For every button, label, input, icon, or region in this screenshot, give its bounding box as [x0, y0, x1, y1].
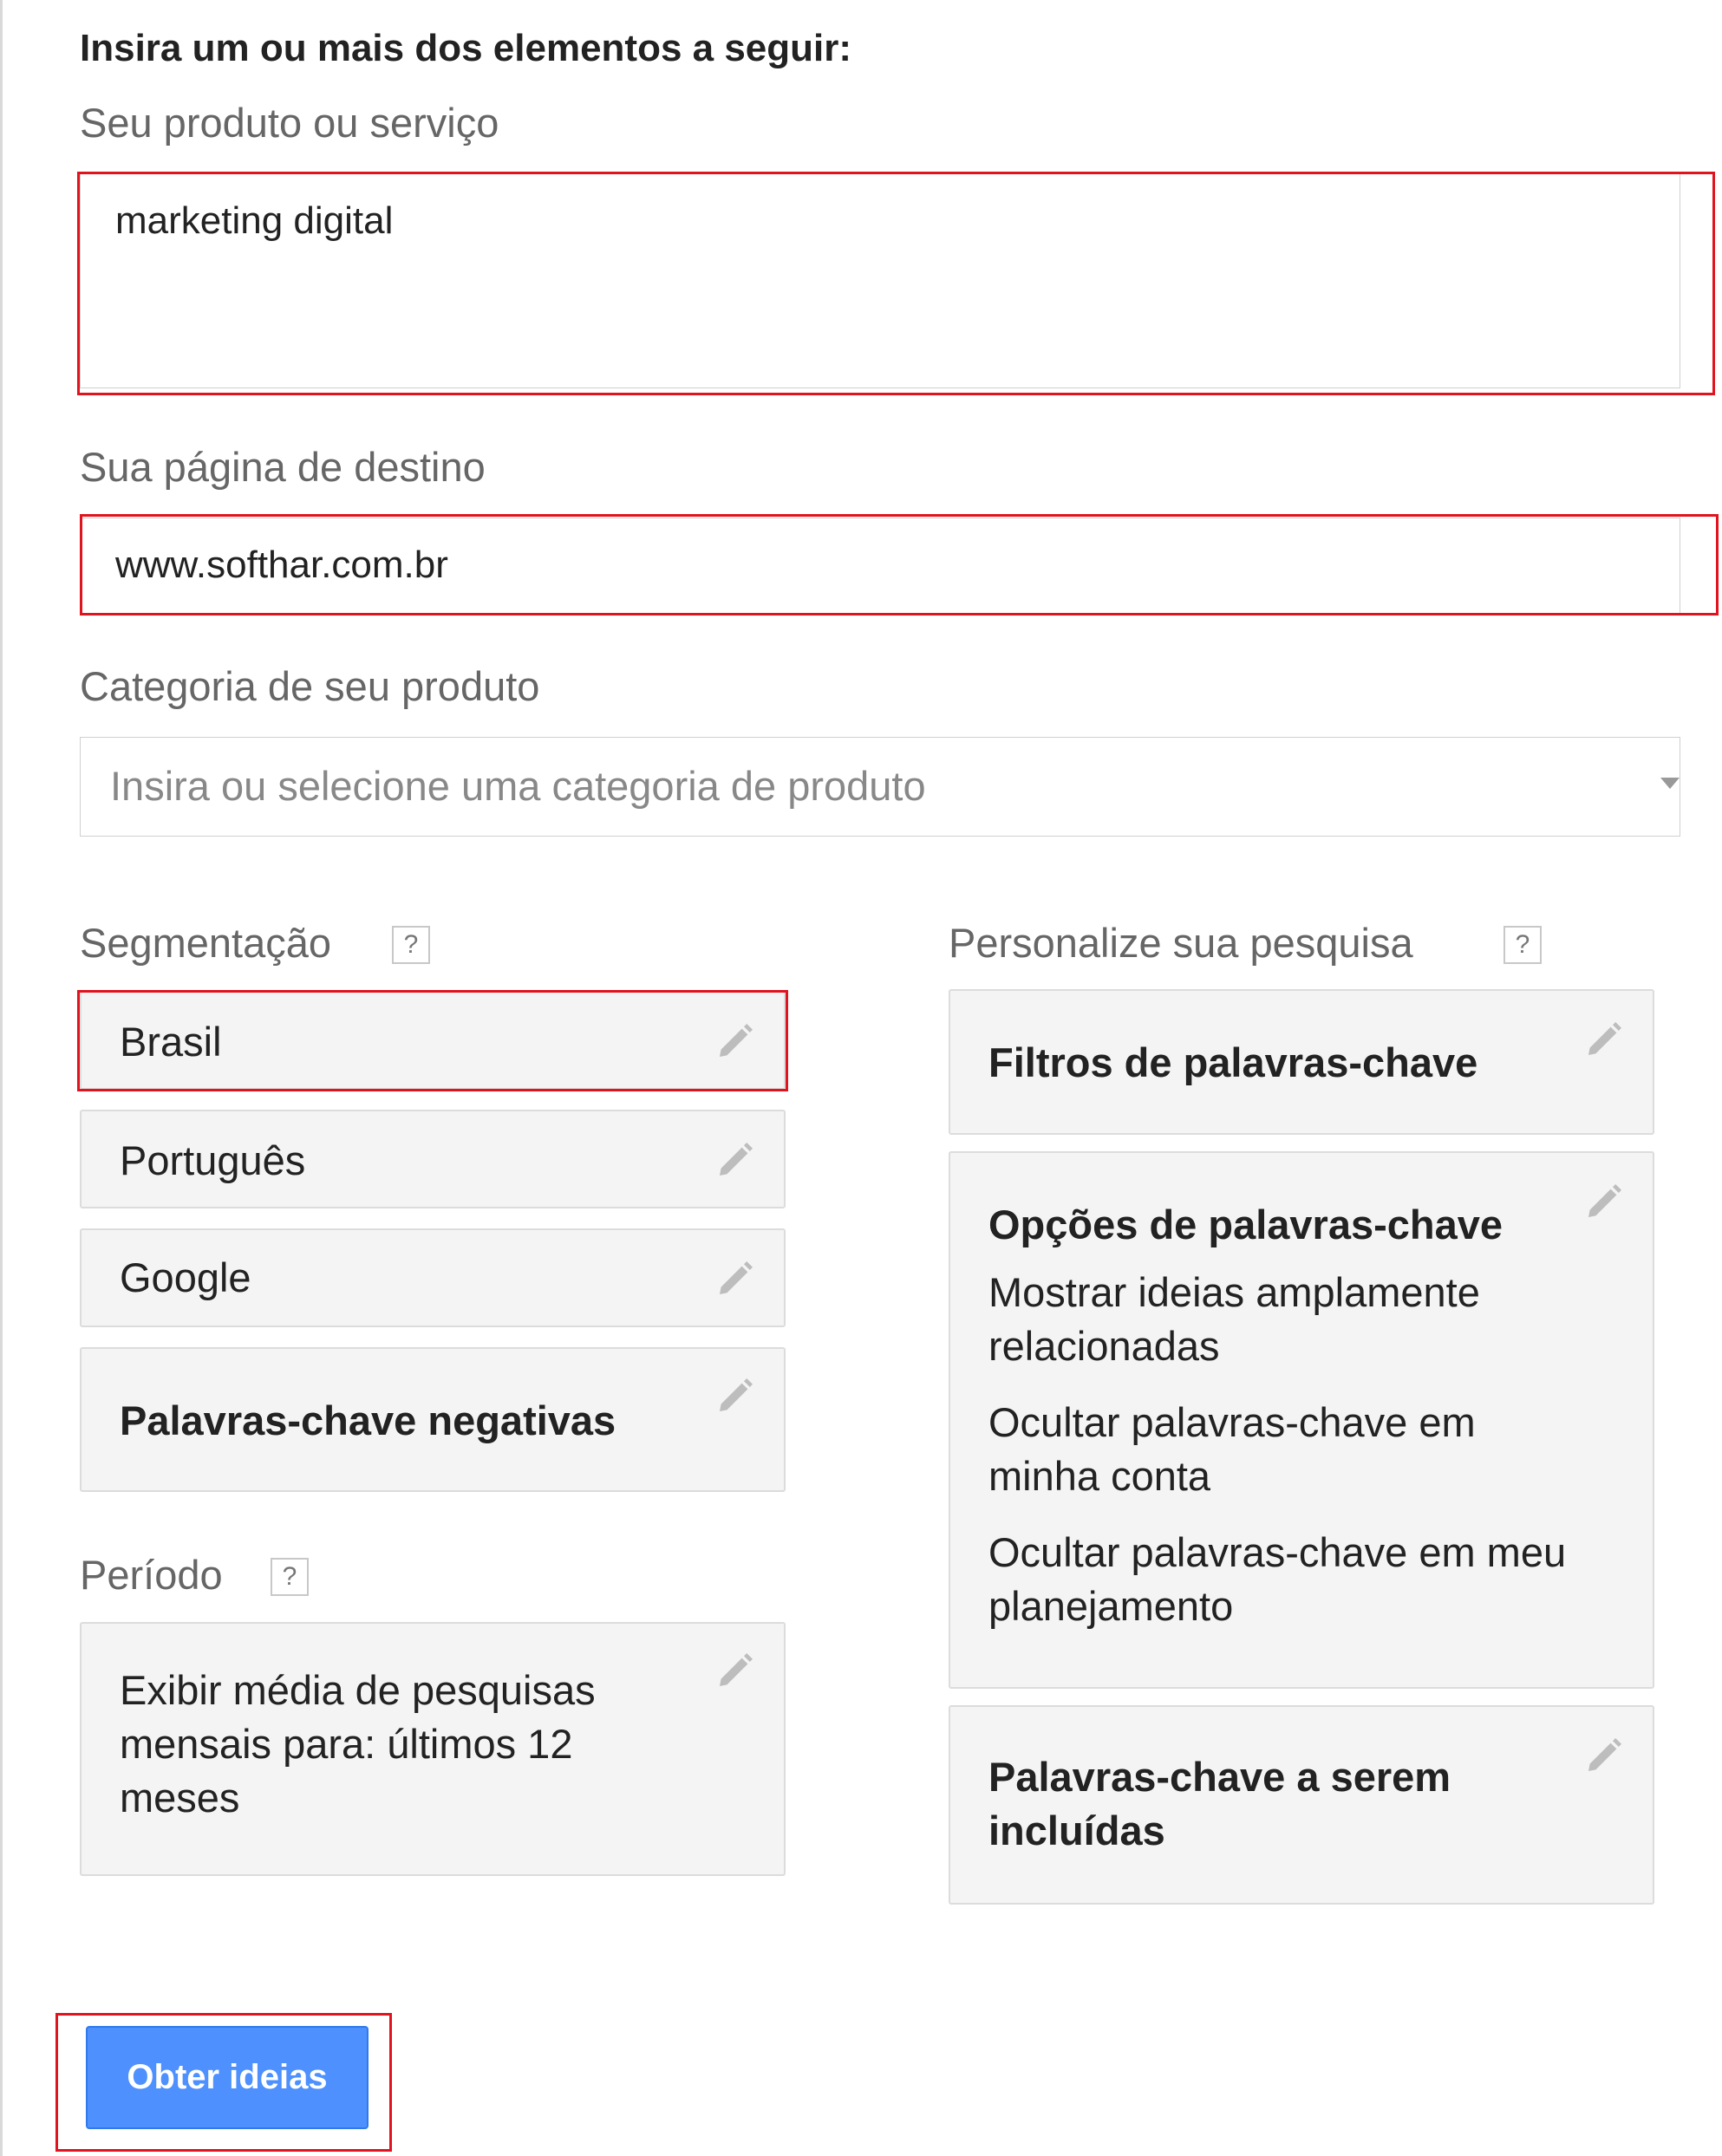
keyword-option-line-2: relacionadas: [988, 1323, 1220, 1369]
landing-page-label: Sua página de destino: [80, 444, 486, 490]
product-textarea-value: marketing digital: [115, 199, 394, 242]
landing-page-input-value: www.softhar.com.br: [115, 544, 448, 586]
targeting-language-card[interactable]: Português: [80, 1110, 786, 1208]
period-label: Período: [80, 1552, 223, 1598]
negative-keywords-label: Palavras-chave negativas: [120, 1397, 616, 1443]
customize-label: Personalize sua pesquisa: [949, 920, 1413, 966]
period-line-1: Exibir média de pesquisas: [120, 1667, 596, 1713]
pencil-icon[interactable]: [714, 1375, 756, 1417]
keyword-filters-label: Filtros de palavras-chave: [988, 1039, 1478, 1085]
period-card[interactable]: Exibir média de pesquisas mensais para: …: [80, 1622, 786, 1876]
targeting-network-card[interactable]: Google: [80, 1228, 786, 1327]
category-placeholder: Insira ou selecione uma categoria de pro…: [110, 763, 926, 809]
keywords-to-include-line-2: incluídas: [988, 1808, 1165, 1853]
negative-keywords-card[interactable]: Palavras-chave negativas: [80, 1347, 786, 1492]
product-textarea[interactable]: marketing digital: [80, 173, 1680, 388]
keyword-options-label: Opções de palavras-chave: [988, 1202, 1503, 1247]
keyword-options-card[interactable]: Opções de palavras-chave Mostrar ideias …: [949, 1151, 1654, 1689]
keyword-option-line-3: Ocultar palavras-chave em: [988, 1399, 1476, 1445]
chevron-down-icon[interactable]: [1660, 778, 1680, 789]
period-line-2: mensais para: últimos 12: [120, 1721, 573, 1767]
keywords-to-include-line-1: Palavras-chave a serem: [988, 1754, 1451, 1800]
pencil-icon[interactable]: [1583, 1735, 1625, 1776]
category-label: Categoria de seu produto: [80, 663, 540, 709]
keyword-option-line-6: planejamento: [988, 1583, 1234, 1629]
category-select[interactable]: Insira ou selecione uma categoria de pro…: [80, 737, 1680, 837]
form-heading: Insira um ou mais dos elementos a seguir…: [80, 27, 852, 69]
keyword-filters-card[interactable]: Filtros de palavras-chave: [949, 989, 1654, 1135]
targeting-language-label: Português: [120, 1137, 306, 1183]
targeting-help-icon[interactable]: ?: [392, 926, 430, 964]
period-help-icon[interactable]: ?: [271, 1558, 309, 1596]
pencil-icon[interactable]: [714, 1258, 756, 1299]
pencil-icon[interactable]: [714, 1020, 756, 1062]
get-ideas-button[interactable]: Obter ideias: [86, 2026, 369, 2129]
keyword-option-line-5: Ocultar palavras-chave em meu: [988, 1529, 1567, 1575]
pencil-icon[interactable]: [1583, 1019, 1625, 1060]
customize-help-icon[interactable]: ?: [1503, 926, 1542, 964]
pencil-icon[interactable]: [1583, 1181, 1625, 1222]
targeting-label: Segmentação: [80, 920, 332, 966]
targeting-location-label: Brasil: [120, 1019, 222, 1065]
pencil-icon[interactable]: [714, 1650, 756, 1691]
targeting-location-card[interactable]: Brasil: [80, 991, 786, 1090]
period-line-3: meses: [120, 1775, 240, 1821]
pencil-icon[interactable]: [714, 1139, 756, 1181]
targeting-network-label: Google: [120, 1254, 251, 1300]
keyword-option-line-1: Mostrar ideias amplamente: [988, 1269, 1480, 1315]
keyword-option-line-4: minha conta: [988, 1453, 1211, 1499]
keywords-to-include-card[interactable]: Palavras-chave a serem incluídas: [949, 1705, 1654, 1905]
page-left-border: [0, 0, 3, 2156]
landing-page-input[interactable]: www.softhar.com.br: [80, 518, 1680, 614]
product-label: Seu produto ou serviço: [80, 100, 499, 146]
